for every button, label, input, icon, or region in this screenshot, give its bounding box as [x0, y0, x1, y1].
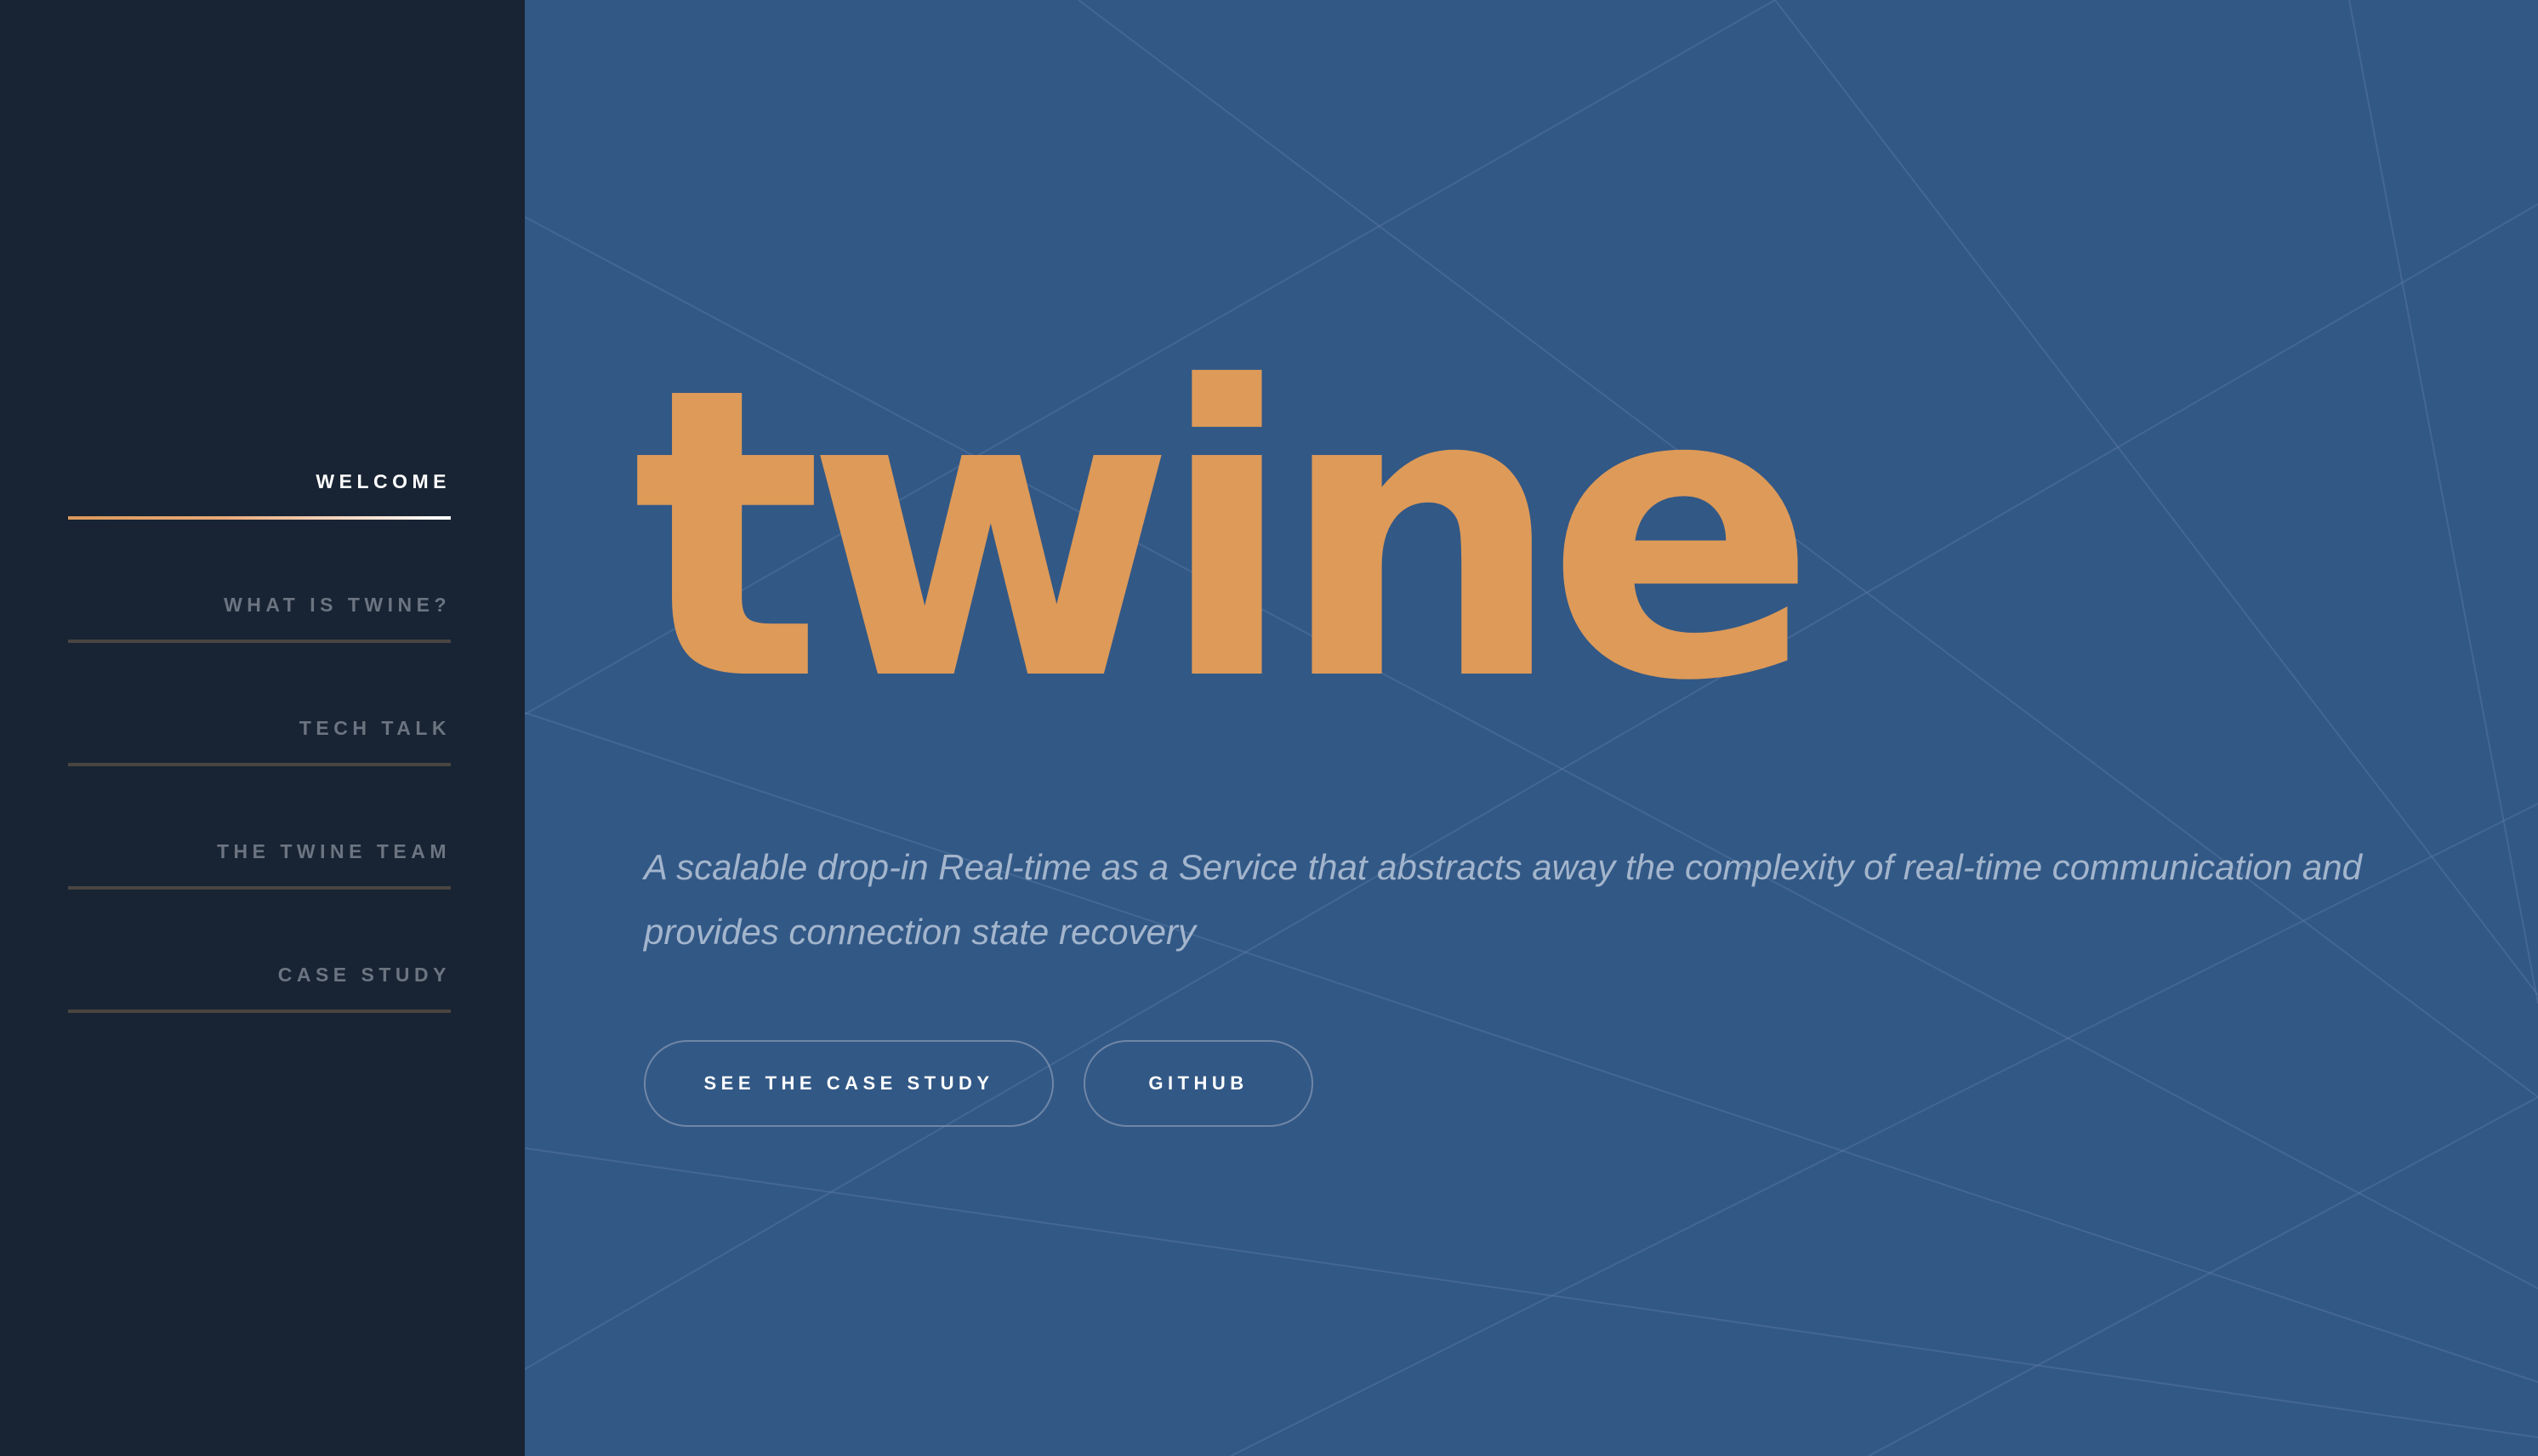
nav-item-welcome[interactable]: WELCOME [68, 451, 451, 574]
nav-item-underline [68, 640, 451, 643]
see-case-study-button[interactable]: SEE THE CASE STUDY [644, 1040, 1054, 1127]
hero-section: twine A scalable drop-in Real-time as a … [525, 0, 2538, 1456]
brand-title: twine [632, 303, 1817, 768]
sidebar-nav: WELCOME WHAT IS TWINE? TECH TALK THE TWI… [68, 451, 451, 1067]
github-button[interactable]: GITHUB [1084, 1040, 1313, 1127]
nav-item-tech-talk[interactable]: TECH TALK [68, 697, 451, 821]
nav-item-underline [68, 1010, 451, 1013]
sidebar: WELCOME WHAT IS TWINE? TECH TALK THE TWI… [0, 0, 525, 1456]
nav-item-label: WELCOME [316, 470, 451, 492]
nav-item-what-is-twine[interactable]: WHAT IS TWINE? [68, 574, 451, 697]
nav-item-underline [68, 763, 451, 766]
hero-buttons: SEE THE CASE STUDY GITHUB [644, 1040, 1313, 1127]
nav-item-underline [68, 516, 451, 520]
nav-item-label: TECH TALK [299, 717, 451, 739]
nav-item-underline [68, 886, 451, 890]
tagline: A scalable drop-in Real-time as a Servic… [644, 847, 2362, 952]
nav-item-the-twine-team[interactable]: THE TWINE TEAM [68, 821, 451, 944]
nav-item-label: CASE STUDY [277, 964, 451, 986]
nav-item-label: WHAT IS TWINE? [224, 594, 451, 616]
nav-item-label: THE TWINE TEAM [216, 840, 451, 862]
nav-item-case-study[interactable]: CASE STUDY [68, 944, 451, 1067]
